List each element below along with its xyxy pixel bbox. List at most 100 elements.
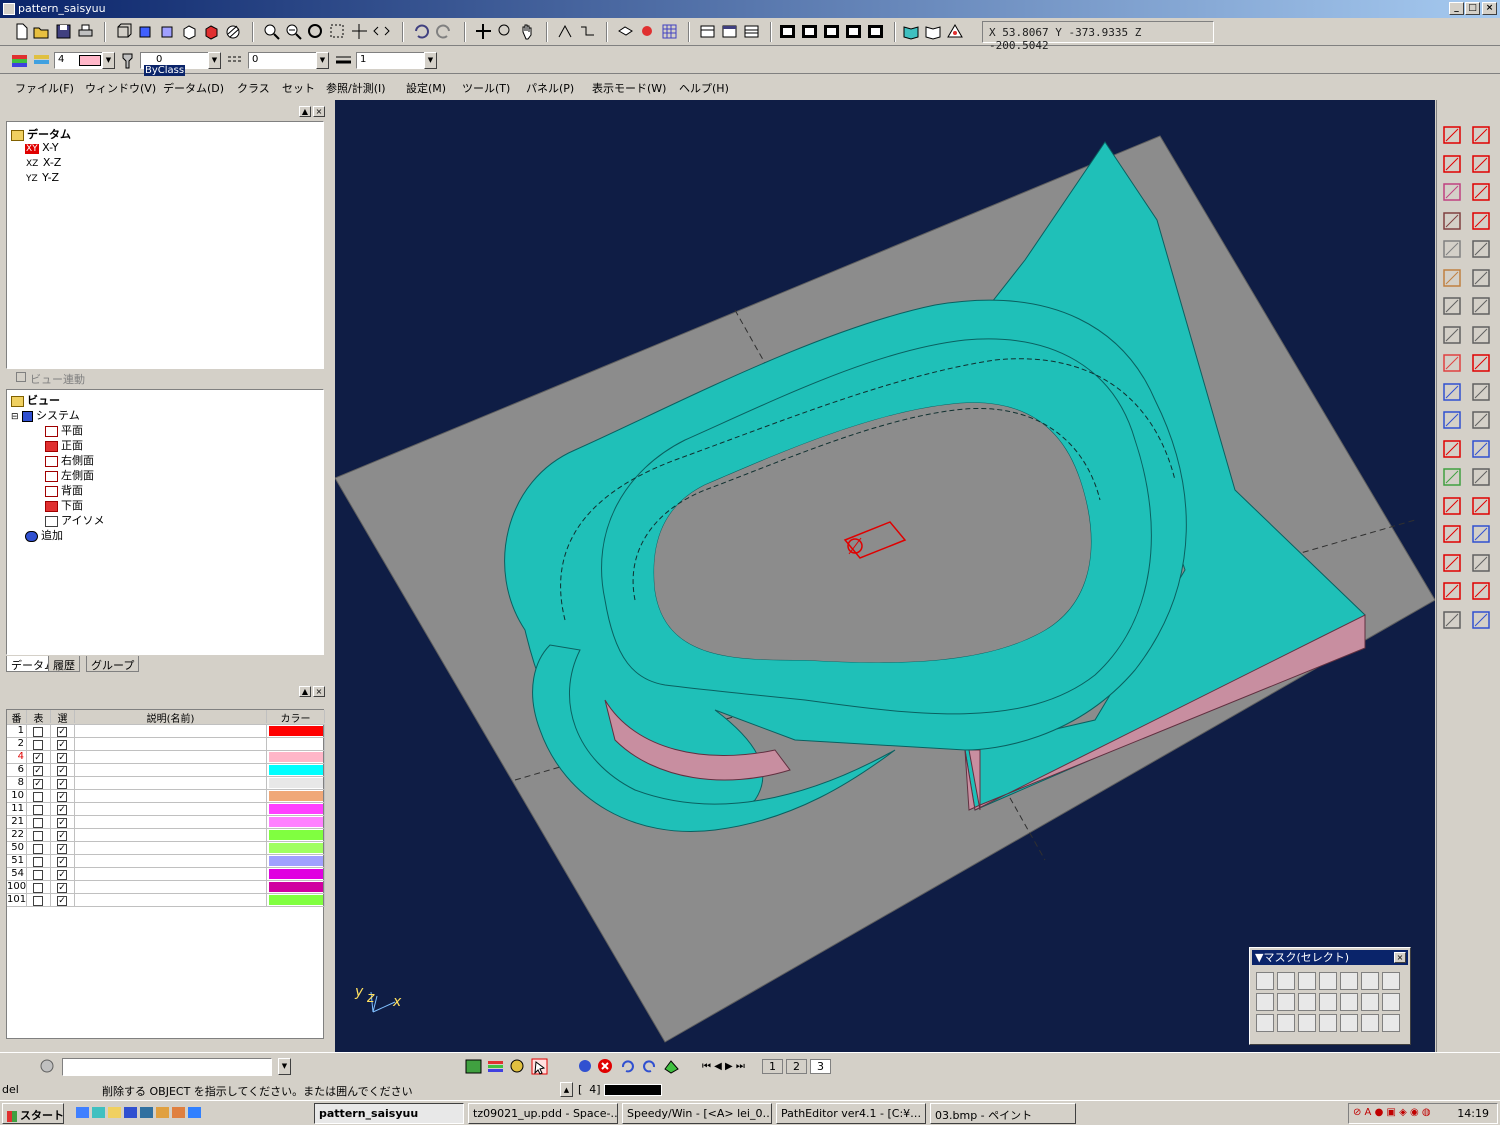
fillet-icon[interactable] (1470, 210, 1492, 232)
command-combo[interactable] (62, 1058, 272, 1076)
mask-text-icon[interactable] (1340, 1014, 1358, 1032)
model-canvas[interactable]: y z x (335, 100, 1435, 1052)
layer-color-swatch[interactable] (269, 726, 323, 736)
mask-shell-icon[interactable] (1382, 993, 1400, 1011)
pen-icon[interactable] (118, 51, 137, 70)
layer-description[interactable] (75, 738, 267, 751)
layer-color-swatch[interactable] (269, 882, 323, 892)
table-row[interactable]: 51 ✓ (7, 855, 325, 868)
layer-color-swatch[interactable] (269, 895, 323, 905)
layer-color-swatch[interactable] (269, 830, 323, 840)
folder-icon[interactable] (108, 1106, 121, 1118)
view-item-back[interactable]: 背面 (45, 482, 83, 498)
surface-icon[interactable] (1441, 210, 1463, 232)
menu-file[interactable]: ファイル(F) (15, 80, 74, 96)
view-item-left[interactable]: 左側面 (45, 467, 94, 483)
layer-icon[interactable] (616, 22, 635, 41)
view-item-iso[interactable]: アイソメ (45, 512, 104, 528)
copy-icon[interactable] (1441, 324, 1463, 346)
menu-display-mode[interactable]: 表示モード(W) (592, 80, 666, 96)
grid-icon[interactable] (1470, 609, 1492, 631)
view-link-checkbox[interactable] (16, 372, 26, 382)
select-checkbox[interactable]: ✓ (57, 831, 67, 841)
select-zoom-icon[interactable] (496, 22, 515, 41)
minimize-button[interactable]: _ (1449, 2, 1464, 15)
view-top-icon[interactable] (136, 22, 155, 41)
tab-group[interactable]: グループ (86, 656, 140, 672)
menu-set[interactable]: セット (282, 80, 315, 96)
class-select[interactable]: 0 ByClass (140, 52, 210, 76)
header-num[interactable]: 番 (7, 710, 27, 725)
view-item-right[interactable]: 右側面 (45, 452, 94, 468)
header-description[interactable]: 説明(名前) (75, 710, 267, 725)
measure-icon[interactable] (1441, 409, 1463, 431)
task-pattern[interactable]: pattern_saisyuu (314, 1103, 464, 1124)
select-checkbox[interactable]: ✓ (57, 740, 67, 750)
pen-icon[interactable] (1441, 352, 1463, 374)
select-checkbox[interactable]: ✓ (57, 753, 67, 763)
film-3-icon[interactable] (822, 22, 841, 41)
target-icon[interactable] (1441, 552, 1463, 574)
book-open-icon[interactable] (902, 22, 921, 41)
linetype-dropdown-icon[interactable]: ▼ (316, 52, 329, 69)
snap-icon[interactable] (638, 22, 657, 41)
page-tab-2[interactable]: 2 (786, 1059, 807, 1074)
shade-icon[interactable] (202, 22, 221, 41)
mirror-icon[interactable] (1470, 438, 1492, 460)
panel-close-button[interactable]: × (313, 106, 325, 117)
list-icon[interactable] (742, 22, 761, 41)
layer-color-swatch[interactable] (269, 869, 323, 879)
view-root[interactable]: ビュー (11, 392, 60, 408)
layer-description[interactable] (75, 803, 267, 816)
ie-icon[interactable] (188, 1106, 201, 1118)
window-icon[interactable] (720, 22, 739, 41)
menu-panel[interactable]: パネル(P) (526, 80, 574, 96)
undo-icon[interactable] (618, 1057, 637, 1076)
show-checkbox[interactable]: ✓ (33, 766, 43, 776)
layer-select[interactable]: 4 (54, 52, 104, 69)
select-checkbox[interactable]: ✓ (57, 792, 67, 802)
zoom-refresh-icon[interactable] (306, 22, 325, 41)
select-checkbox[interactable]: ✓ (57, 844, 67, 854)
shell-icon[interactable] (1470, 295, 1492, 317)
show-checkbox[interactable] (33, 727, 43, 737)
mask-grid-icon[interactable] (1298, 993, 1316, 1011)
tray-icons[interactable]: ⊘ A ● ▣ ◈ ◉ ◍ (1353, 1107, 1431, 1118)
view-item-bottom[interactable]: 下面 (45, 497, 83, 513)
curve-tool-icon[interactable] (556, 22, 575, 41)
task-spacefield[interactable]: tz09021_up.pdd - Space-… (468, 1103, 618, 1124)
tab-history[interactable]: 履歴 (48, 656, 80, 672)
layer-description[interactable] (75, 751, 267, 764)
datum-item-xy[interactable]: XY X-Y (25, 141, 59, 154)
show-checkbox[interactable] (33, 805, 43, 815)
mask-line-icon[interactable] (1319, 972, 1337, 990)
mask-close-button[interactable]: × (1394, 952, 1406, 963)
show-checkbox[interactable] (33, 857, 43, 867)
revolve-icon[interactable] (1470, 267, 1492, 289)
mask-solid-icon[interactable] (1340, 993, 1358, 1011)
mask-cylinder-icon[interactable] (1256, 1014, 1274, 1032)
view-item-front[interactable]: 正面 (45, 437, 83, 453)
cursor-icon[interactable] (530, 1057, 549, 1076)
quicklaunch-icon-7[interactable] (172, 1106, 185, 1118)
datum-item-xz[interactable]: XZ X-Z (25, 156, 61, 169)
mask-curve-icon[interactable] (1256, 993, 1274, 1011)
datum-root[interactable]: データム (11, 126, 71, 142)
mask-measure-icon[interactable] (1382, 1014, 1400, 1032)
table-row[interactable]: 10 ✓ (7, 790, 325, 803)
stop-icon[interactable] (596, 1057, 615, 1076)
status-spin-icon[interactable]: ▲ (560, 1082, 573, 1097)
info-icon[interactable] (576, 1057, 595, 1076)
page-nav-buttons[interactable]: ⏮ ◀ ▶ ⏭ (702, 1061, 745, 1072)
select-checkbox[interactable]: ✓ (57, 818, 67, 828)
circle-icon[interactable] (1470, 153, 1492, 175)
start-button[interactable]: スタート (2, 1103, 64, 1124)
zoom-window-icon[interactable] (328, 22, 347, 41)
dim-angle-icon[interactable] (1441, 523, 1463, 545)
quicklaunch-icon-6[interactable] (156, 1106, 169, 1118)
layer-stack-icon[interactable] (32, 51, 51, 70)
mask-tag-icon[interactable] (1298, 1014, 1316, 1032)
show-checkbox[interactable] (33, 818, 43, 828)
mask-dim-icon[interactable] (1361, 1014, 1379, 1032)
redo-icon[interactable] (640, 1057, 659, 1076)
